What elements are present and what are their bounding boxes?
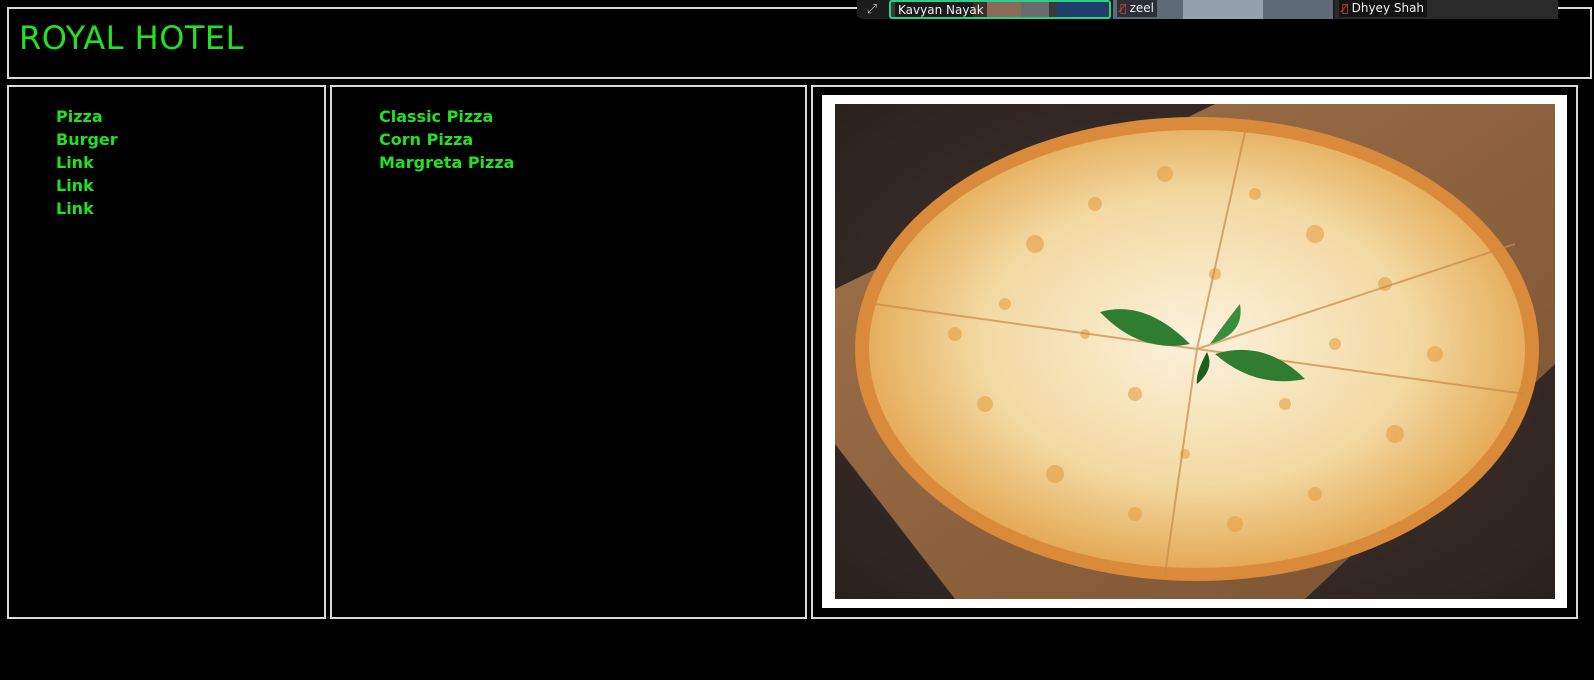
pizza-photo-frame bbox=[822, 95, 1567, 608]
menu-link[interactable]: Link bbox=[56, 197, 118, 220]
participant-name: zeel bbox=[1129, 1, 1155, 15]
participant-tile[interactable]: 🎙̸ Dhyey Shah bbox=[1335, 0, 1558, 19]
pizza-menu-panel: Classic Pizza Corn Pizza Margreta Pizza bbox=[330, 85, 807, 619]
menu-link-margreta-pizza[interactable]: Margreta Pizza bbox=[379, 151, 514, 174]
participant-name: Dhyey Shah bbox=[1351, 1, 1425, 15]
participant-name-label: 🎙̸ zeel bbox=[1117, 0, 1158, 17]
participant-tile[interactable]: 🎙̸ zeel bbox=[1113, 0, 1333, 19]
expand-icon[interactable]: ⤢ bbox=[861, 1, 883, 18]
participant-video bbox=[1057, 2, 1107, 17]
menu-link[interactable]: Link bbox=[56, 174, 118, 197]
participant-video bbox=[1021, 2, 1049, 17]
menu-link-pizza[interactable]: Pizza bbox=[56, 105, 118, 128]
menu-link-corn-pizza[interactable]: Corn Pizza bbox=[379, 128, 514, 151]
site-title: ROYAL HOTEL bbox=[19, 19, 244, 57]
video-call-overlay: ⤢ Kavyan Nayak 🎙̸ zeel 🎙̸ Dhyey Shah bbox=[857, 0, 1558, 19]
menu-link[interactable]: Link bbox=[56, 151, 118, 174]
category-menu-panel: Pizza Burger Link Link Link bbox=[7, 85, 326, 619]
participant-tile[interactable]: Kavyan Nayak bbox=[889, 0, 1111, 19]
menu-link-burger[interactable]: Burger bbox=[56, 128, 118, 151]
pizza-photo bbox=[835, 104, 1555, 599]
page: ROYAL HOTEL Pizza Burger Link Link Link … bbox=[0, 0, 1594, 680]
participant-name-label: 🎙̸ Dhyey Shah bbox=[1339, 0, 1428, 17]
participant-video bbox=[1183, 0, 1263, 19]
mic-muted-icon: 🎙̸ bbox=[1120, 2, 1127, 15]
menu-link-classic-pizza[interactable]: Classic Pizza bbox=[379, 105, 514, 128]
pizza-menu: Classic Pizza Corn Pizza Margreta Pizza bbox=[379, 105, 514, 174]
image-panel bbox=[811, 85, 1578, 619]
participant-name: Kavyan Nayak bbox=[895, 2, 987, 17]
mic-muted-icon: 🎙̸ bbox=[1342, 2, 1349, 15]
category-menu: Pizza Burger Link Link Link bbox=[56, 105, 118, 220]
